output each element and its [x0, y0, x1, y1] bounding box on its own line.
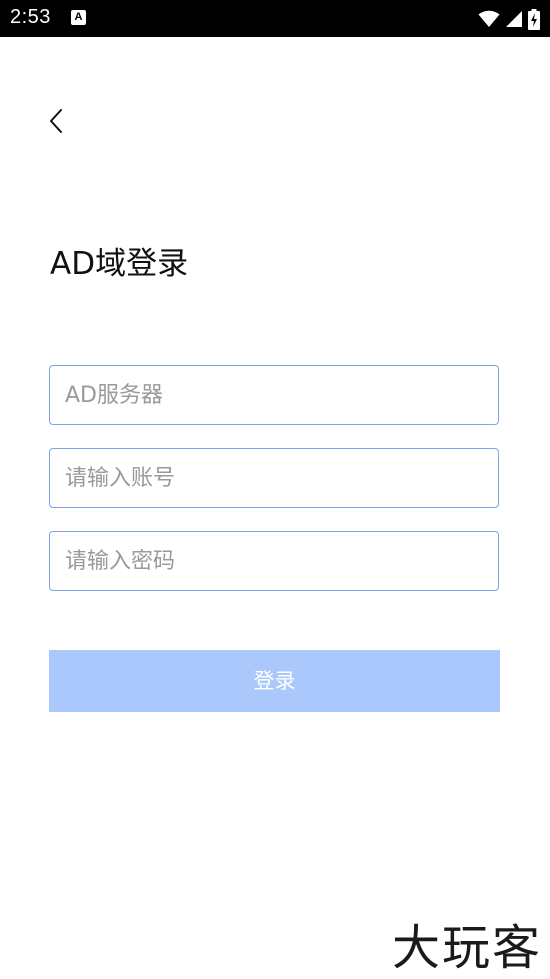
page-title: AD域登录	[50, 246, 189, 282]
login-button[interactable]: 登录	[49, 650, 500, 712]
chevron-left-icon	[50, 109, 62, 133]
status-bar: 2:53 A	[0, 0, 550, 37]
battery-charging-icon	[528, 8, 540, 30]
status-time: 2:53	[10, 6, 51, 28]
password-input[interactable]	[49, 531, 499, 591]
back-button[interactable]	[40, 100, 80, 144]
account-input[interactable]	[49, 448, 499, 508]
app-notification-icon: A	[71, 10, 86, 25]
status-icons	[478, 8, 540, 30]
watermark-logo: 大玩客	[391, 920, 542, 976]
wifi-icon	[478, 10, 500, 27]
cellular-signal-icon	[506, 11, 522, 27]
ad-server-input[interactable]	[49, 365, 499, 425]
